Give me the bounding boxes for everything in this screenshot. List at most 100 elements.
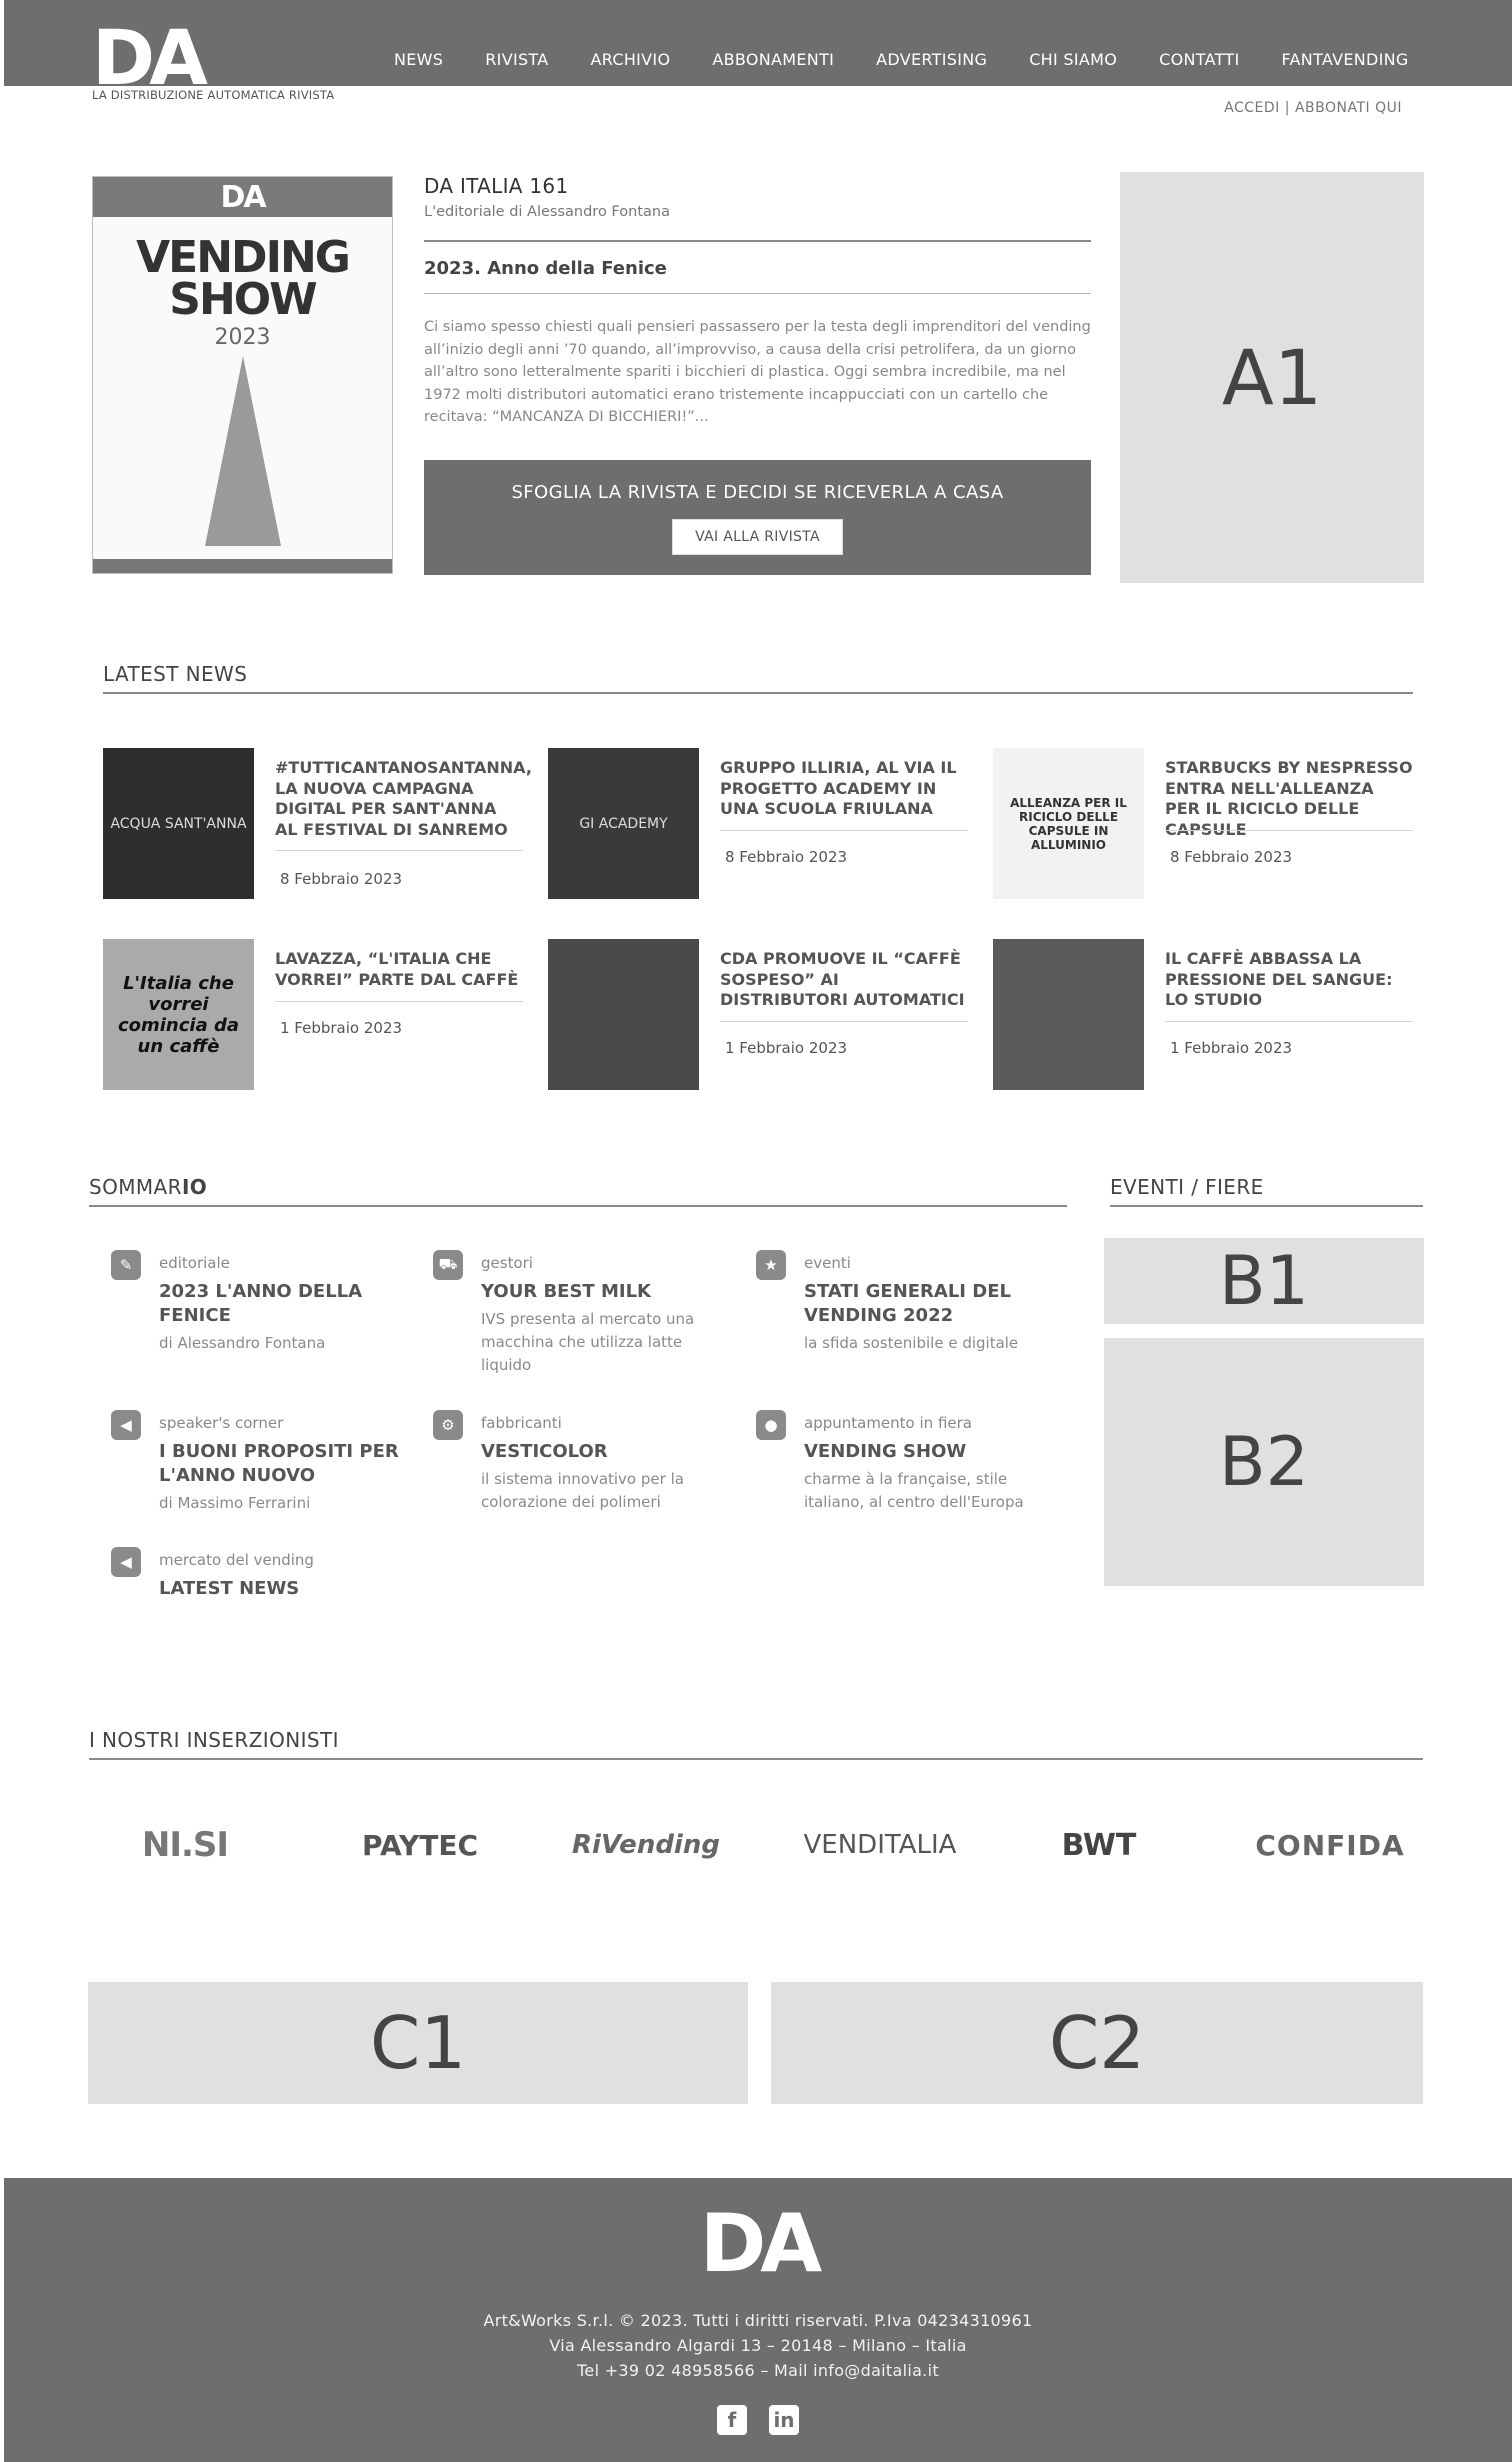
pencil-icon: ✎ xyxy=(111,1250,141,1280)
sommario-title-link[interactable]: LATEST NEWS xyxy=(159,1577,399,1601)
magazine-cover[interactable]: DA VENDING SHOW 2023 xyxy=(92,176,393,574)
news-title[interactable]: IL CAFFÈ ABBASSA LA PRESSIONE DEL SANGUE… xyxy=(1165,949,1413,1011)
news-thumbnail[interactable]: GI ACADEMY xyxy=(548,748,699,899)
news-thumbnail[interactable] xyxy=(548,939,699,1090)
sponsor-logo-paytec[interactable]: PAYTEC xyxy=(332,1810,508,1880)
news-item[interactable]: ALLEANZA PER IL RICICLO DELLE CAPSULE IN… xyxy=(993,748,1413,900)
nav-archivio[interactable]: ARCHIVIO xyxy=(591,50,671,69)
news-thumbnail[interactable] xyxy=(993,939,1144,1090)
sommario-category: fabbricanti xyxy=(481,1414,562,1432)
footer-copyright: Art&Works S.r.l. © 2023. Tutti i diritti… xyxy=(483,2311,1033,2330)
news-item[interactable]: ACQUA SANT'ANNA #TUTTICANTANOSANTANNA, L… xyxy=(103,748,532,900)
site-logo[interactable]: DA xyxy=(92,20,208,96)
sommario-title-link[interactable]: 2023 L'ANNO DELLA FENICE xyxy=(159,1280,399,1328)
eventi-divider xyxy=(1110,1205,1423,1207)
divider xyxy=(1165,1021,1413,1022)
ad-slot-b1[interactable]: B1 xyxy=(1104,1238,1424,1324)
ad-slot-c2[interactable]: C2 xyxy=(771,1982,1423,2104)
sommario-title-part1: SOMMAR xyxy=(89,1175,182,1199)
sommario-desc: di Alessandro Fontana xyxy=(159,1334,326,1352)
news-title[interactable]: STARBUCKS BY NESPRESSO ENTRA NELL'ALLEAN… xyxy=(1165,758,1413,840)
main-nav: NEWS RIVISTA ARCHIVIO ABBONAMENTI ADVERT… xyxy=(394,50,1409,69)
sponsor-logo-nisi[interactable]: NI.SI xyxy=(110,1810,260,1880)
ad-slot-b2[interactable]: B2 xyxy=(1104,1338,1424,1586)
ad-slot-a1[interactable]: A1 xyxy=(1120,172,1424,583)
facebook-icon[interactable]: f xyxy=(717,2405,747,2435)
sponsor-logo-venditalia[interactable]: VENDITALIA xyxy=(780,1810,980,1880)
location-pin-icon: ● xyxy=(756,1410,786,1440)
divider xyxy=(720,830,968,831)
cover-year: 2023 xyxy=(214,325,271,350)
editorial-headline[interactable]: 2023. Anno della Fenice xyxy=(424,258,1091,279)
news-thumb-text: L'Italia che vorrei comincia da un caffè xyxy=(117,972,240,1057)
megaphone-icon: ◀ xyxy=(111,1547,141,1577)
megaphone-icon: ◀ xyxy=(111,1410,141,1440)
sommario-title-link[interactable]: I BUONI PROPOSITI PER L'ANNO NUOVO xyxy=(159,1440,399,1488)
nav-advertising[interactable]: ADVERTISING xyxy=(876,50,987,69)
cover-title-line2: SHOW xyxy=(169,274,317,325)
site-footer: DA Art&Works S.r.l. © 2023. Tutti i diri… xyxy=(4,2178,1512,2462)
news-title[interactable]: GRUPPO ILLIRIA, AL VIA IL PROGETTO ACADE… xyxy=(720,758,968,820)
cover-title-line1: VENDING xyxy=(136,232,351,283)
news-date: 1 Febbraio 2023 xyxy=(1170,1039,1293,1057)
news-title[interactable]: #TUTTICANTANOSANTANNA, LA NUOVA CAMPAGNA… xyxy=(275,758,532,840)
sommario-title-link[interactable]: STATI GENERALI DEL VENDING 2022 xyxy=(804,1280,1044,1328)
news-date: 1 Febbraio 2023 xyxy=(280,1019,403,1037)
footer-info: Art&Works S.r.l. © 2023. Tutti i diritti… xyxy=(4,2308,1512,2383)
account-links: ACCEDI | ABBONATI QUI xyxy=(1224,100,1402,116)
news-thumb-text: ACQUA SANT'ANNA xyxy=(110,815,247,832)
subscribe-link[interactable]: ABBONATI QUI xyxy=(1295,100,1402,116)
sommario-title-link[interactable]: VENDING SHOW xyxy=(804,1440,1044,1464)
linkedin-icon[interactable]: in xyxy=(769,2405,799,2435)
sommario-title-part2: IO xyxy=(181,1175,208,1199)
sommario-title-link[interactable]: VESTICOLOR xyxy=(481,1440,721,1464)
news-thumbnail[interactable]: ACQUA SANT'ANNA xyxy=(103,748,254,899)
sponsor-logo-rivending[interactable]: RiVending xyxy=(572,1810,720,1880)
news-date: 8 Febbraio 2023 xyxy=(725,848,848,866)
footer-contacts: Tel +39 02 48958566 – Mail info@daitalia… xyxy=(577,2361,939,2380)
go-to-magazine-button[interactable]: VAI ALLA RIVISTA xyxy=(672,519,843,555)
nav-fantavending[interactable]: FANTAVENDING xyxy=(1282,50,1409,69)
sommario-category: eventi xyxy=(804,1254,851,1272)
sommario-category: editoriale xyxy=(159,1254,230,1272)
news-title[interactable]: LAVAZZA, “L'ITALIA CHE VORREI” PARTE DAL… xyxy=(275,949,523,990)
news-item[interactable]: CDA PROMUOVE IL “CAFFÈ SOSPESO” AI DISTR… xyxy=(548,939,968,1091)
sommario-category: gestori xyxy=(481,1254,533,1272)
advertisers-divider xyxy=(89,1758,1423,1760)
latest-news-divider xyxy=(103,692,1413,694)
site-header: DA NEWS RIVISTA ARCHIVIO ABBONAMENTI ADV… xyxy=(4,0,1512,96)
divider xyxy=(424,240,1091,242)
nav-abbonamenti[interactable]: ABBONAMENTI xyxy=(712,50,834,69)
news-thumbnail[interactable]: L'Italia che vorrei comincia da un caffè xyxy=(103,939,254,1090)
nav-news[interactable]: NEWS xyxy=(394,50,443,69)
ad-slot-c1[interactable]: C1 xyxy=(88,1982,748,2104)
news-item[interactable]: IL CAFFÈ ABBASSA LA PRESSIONE DEL SANGUE… xyxy=(993,939,1413,1091)
logo-mark[interactable]: DA xyxy=(92,20,208,96)
latest-news-title: LATEST NEWS xyxy=(103,662,248,686)
eiffel-tower-icon xyxy=(204,356,281,546)
nav-contatti[interactable]: CONTATTI xyxy=(1159,50,1239,69)
footer-logo[interactable]: DA xyxy=(4,2204,1512,2284)
advertisers-title: I NOSTRI INSERZIONISTI xyxy=(89,1728,339,1752)
login-link[interactable]: ACCEDI xyxy=(1224,100,1280,116)
sommario-desc: di Massimo Ferrarini xyxy=(159,1494,311,1512)
editorial-author: L'editoriale di Alessandro Fontana xyxy=(424,204,670,220)
sponsor-logo-confida[interactable]: CONFIDA xyxy=(1250,1810,1410,1880)
cover-footer-bar xyxy=(93,559,392,573)
news-title[interactable]: CDA PROMUOVE IL “CAFFÈ SOSPESO” AI DISTR… xyxy=(720,949,968,1011)
nav-chi-siamo[interactable]: CHI SIAMO xyxy=(1029,50,1117,69)
nav-rivista[interactable]: RIVISTA xyxy=(485,50,548,69)
gear-icon: ⚙ xyxy=(433,1410,463,1440)
news-item[interactable]: L'Italia che vorrei comincia da un caffè… xyxy=(103,939,523,1091)
cover-title: VENDING SHOW xyxy=(93,232,392,325)
sponsor-logo-bwt[interactable]: BWT xyxy=(1034,1810,1164,1880)
sommario-title-link[interactable]: YOUR BEST MILK xyxy=(481,1280,721,1304)
account-separator: | xyxy=(1284,100,1290,116)
news-thumbnail[interactable]: ALLEANZA PER IL RICICLO DELLE CAPSULE IN… xyxy=(993,748,1144,899)
social-links: f in xyxy=(4,2405,1512,2435)
news-date: 8 Febbraio 2023 xyxy=(1170,848,1293,866)
cover-logo: DA xyxy=(93,177,392,217)
sommario-category: speaker's corner xyxy=(159,1414,284,1432)
news-date: 8 Febbraio 2023 xyxy=(280,870,403,888)
news-item[interactable]: GI ACADEMY GRUPPO ILLIRIA, AL VIA IL PRO… xyxy=(548,748,968,900)
